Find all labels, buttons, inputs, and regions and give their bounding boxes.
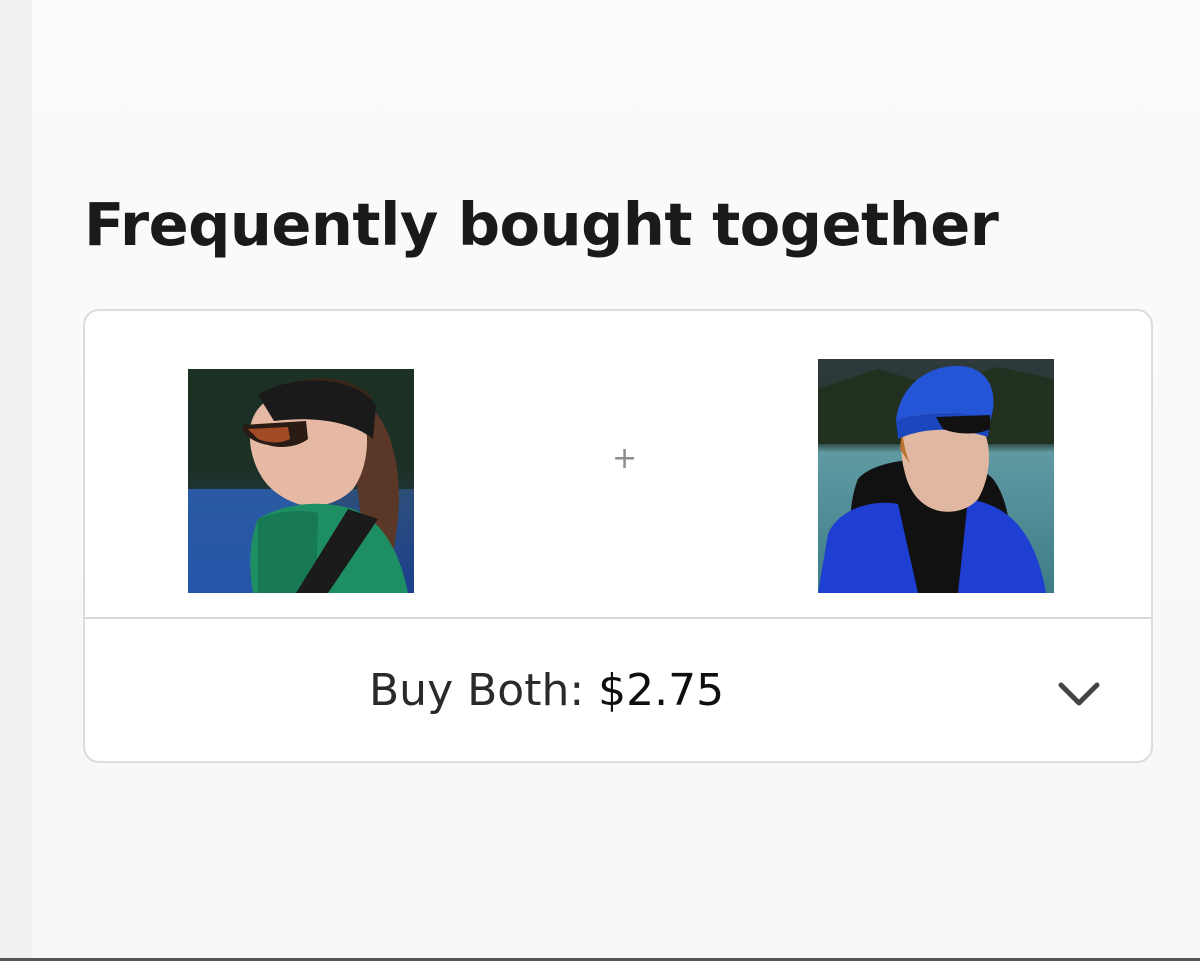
buy-both-label: Buy Both: (369, 665, 585, 716)
buy-both-price: $2.75 (598, 665, 725, 716)
chevron-down-icon[interactable] (1055, 679, 1103, 709)
buy-both-summary: Buy Both: $2.75 (369, 665, 724, 716)
headband-photo-icon (188, 369, 414, 593)
beanie-photo-icon (818, 359, 1054, 593)
product-1-image[interactable] (188, 369, 414, 593)
bundle-products: + (85, 311, 1151, 617)
buy-both-row[interactable]: Buy Both: $2.75 (85, 619, 1151, 763)
left-edge-shade (0, 0, 32, 961)
page: Frequently bought together + Buy Both: $… (0, 0, 1200, 961)
plus-separator: + (612, 441, 638, 476)
bundle-card: + Buy Both: $2.75 (83, 309, 1153, 763)
product-2-image[interactable] (818, 359, 1054, 593)
section-title: Frequently bought together (84, 190, 999, 259)
